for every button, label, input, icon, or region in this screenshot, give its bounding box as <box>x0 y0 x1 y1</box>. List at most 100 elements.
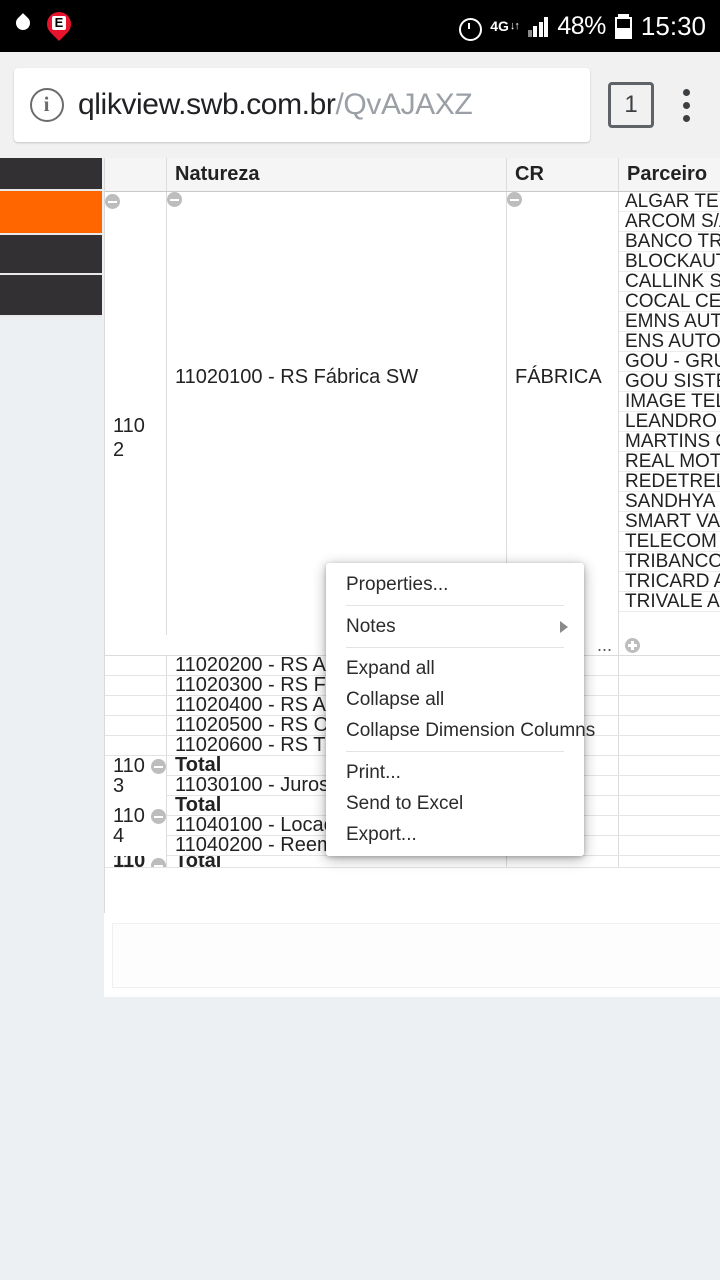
network-label: 4G <box>490 18 509 34</box>
list-item[interactable]: SMART VA.. <box>619 512 720 532</box>
row-code <box>105 696 167 715</box>
tab-count-label: 1 <box>624 91 638 118</box>
row-code <box>105 736 167 755</box>
collapse-cr-icon[interactable] <box>507 192 522 207</box>
collapse-group-icon[interactable] <box>105 194 120 209</box>
row-code <box>105 676 167 695</box>
site-info-icon[interactable] <box>30 88 64 122</box>
group-cr-label: FÁBRICA <box>515 366 602 388</box>
sidebar-block-1[interactable] <box>0 158 102 191</box>
list-item[interactable]: SANDHYA ... <box>619 492 720 512</box>
menu-item-label: Properties... <box>346 573 449 595</box>
list-item[interactable]: TELECOM .. <box>619 532 720 552</box>
list-item[interactable]: ARCOM S/A <box>619 212 720 232</box>
group-code-cell[interactable]: 110 4 <box>105 796 167 856</box>
collapse-group-icon[interactable] <box>151 759 166 774</box>
menu-item-label: Send to Excel <box>346 792 464 814</box>
list-item[interactable]: IMAGE TEL.. <box>619 392 720 412</box>
menu-separator <box>346 605 564 606</box>
list-item[interactable]: MARTINS C <box>619 432 720 452</box>
list-item[interactable]: COCAL CE... <box>619 292 720 312</box>
alarm-clock-icon <box>457 14 483 41</box>
header-natureza[interactable]: Natureza <box>167 158 507 191</box>
tab-switcher-button[interactable]: 1 <box>608 82 654 128</box>
group-natureza-label: 11020100 - RS Fábrica SW <box>175 366 419 388</box>
list-item[interactable]: TRIBANCO . <box>619 552 720 572</box>
menu-item-export[interactable]: Export... <box>326 819 584 850</box>
pin-letter-text: E <box>51 16 67 30</box>
row-parceiro <box>619 796 720 815</box>
submenu-arrow-icon <box>560 620 568 633</box>
page-viewport: Natureza CR Parceiro 110 2 11020100 - RS… <box>0 158 720 1280</box>
sidebar-block-4[interactable] <box>0 275 102 317</box>
row-parceiro <box>619 836 720 855</box>
android-status-bar: E 4G ↓↑ 48% 15:30 <box>0 0 720 52</box>
clipped-total-label: Total <box>167 856 507 867</box>
list-item[interactable]: GOU SISTE.. <box>619 372 720 392</box>
address-bar[interactable]: qlikview.swb.com.br/QvAJAXZ <box>14 68 590 142</box>
menu-item-properties[interactable]: Properties... <box>326 569 584 600</box>
list-item[interactable]: ENS AUTO... <box>619 332 720 352</box>
list-item[interactable]: REAL MOT.. <box>619 452 720 472</box>
pivot-header-row: Natureza CR Parceiro <box>105 158 720 192</box>
list-item[interactable]: CALLINK S.. <box>619 272 720 292</box>
battery-icon <box>614 13 632 39</box>
group-code-cell[interactable]: 110 3 <box>105 756 167 796</box>
collapse-natureza-icon[interactable] <box>167 192 182 207</box>
menu-item-label: Print... <box>346 761 401 783</box>
header-parceiro[interactable]: Parceiro <box>619 158 720 191</box>
menu-item-notes[interactable]: Notes <box>326 611 584 642</box>
sidebar-block-3[interactable] <box>0 235 102 275</box>
table-row-clipped[interactable]: 110 Total <box>105 856 720 868</box>
expand-row-icon[interactable] <box>625 637 640 653</box>
water-drop-icon <box>14 14 32 38</box>
row-parceiro <box>619 716 720 735</box>
header-cr[interactable]: CR <box>507 158 619 191</box>
menu-item-label: Notes <box>346 615 396 637</box>
row-code <box>105 656 167 675</box>
row-parceiro <box>619 776 720 795</box>
row-parceiro <box>619 696 720 715</box>
header-code[interactable] <box>105 158 167 191</box>
status-bar-left-icons: E <box>14 7 76 41</box>
list-item[interactable]: REDETREL . <box>619 472 720 492</box>
group-code-line1: 110 <box>113 755 145 777</box>
group-code-cell[interactable]: 110 2 <box>105 192 167 635</box>
list-item[interactable]: BLOCKAUT.. <box>619 252 720 272</box>
menu-separator <box>346 751 564 752</box>
menu-item-send-to-excel[interactable]: Send to Excel <box>326 788 584 819</box>
list-item[interactable]: LEANDRO ... <box>619 412 720 432</box>
collapse-group-icon[interactable] <box>151 809 166 824</box>
group-code-line2: 4 <box>113 825 125 847</box>
overflow-menu-icon[interactable] <box>666 81 706 129</box>
row-parceiro <box>619 656 720 675</box>
row-parceiro <box>619 676 720 695</box>
url-host: qlikview.swb.com.br <box>78 88 336 121</box>
group-code-label: 110 2 <box>113 415 145 461</box>
menu-item-label: Collapse all <box>346 688 445 710</box>
parceiro-list: ALGAR TEL.. ARCOM S/A BANCO TRI.. BLOCKA… <box>619 192 720 635</box>
list-item[interactable]: BANCO TRI.. <box>619 232 720 252</box>
collapse-group-icon[interactable] <box>151 858 166 867</box>
row-parceiro <box>619 736 720 755</box>
list-item[interactable]: EMNS AUT.. <box>619 312 720 332</box>
group-code-line1: 110 <box>113 805 145 827</box>
menu-item-label: Export... <box>346 823 417 845</box>
list-item[interactable]: GOU - GRU.. <box>619 352 720 372</box>
list-item[interactable]: TRICARD A. <box>619 572 720 592</box>
data-transfer-arrows-icon: ↓↑ <box>509 20 520 32</box>
location-pin-e-icon: E <box>42 7 76 41</box>
menu-item-collapse-dimension-columns[interactable]: Collapse Dimension Columns <box>326 715 595 746</box>
row-parceiro <box>619 816 720 835</box>
menu-item-label: Collapse Dimension Columns <box>346 719 596 741</box>
sidebar <box>0 158 102 317</box>
expand-row-cell[interactable] <box>619 635 720 655</box>
list-item[interactable]: ALGAR TEL.. <box>619 192 720 212</box>
menu-item-expand-all[interactable]: Expand all <box>326 653 584 684</box>
menu-item-collapse-all[interactable]: Collapse all <box>326 684 584 715</box>
list-item[interactable]: TRIVALE A.. <box>619 592 720 612</box>
url-text: qlikview.swb.com.br/QvAJAXZ <box>78 88 473 122</box>
signal-strength-icon <box>527 15 549 37</box>
menu-item-print[interactable]: Print... <box>326 757 584 788</box>
sidebar-block-2-active[interactable] <box>0 191 102 235</box>
